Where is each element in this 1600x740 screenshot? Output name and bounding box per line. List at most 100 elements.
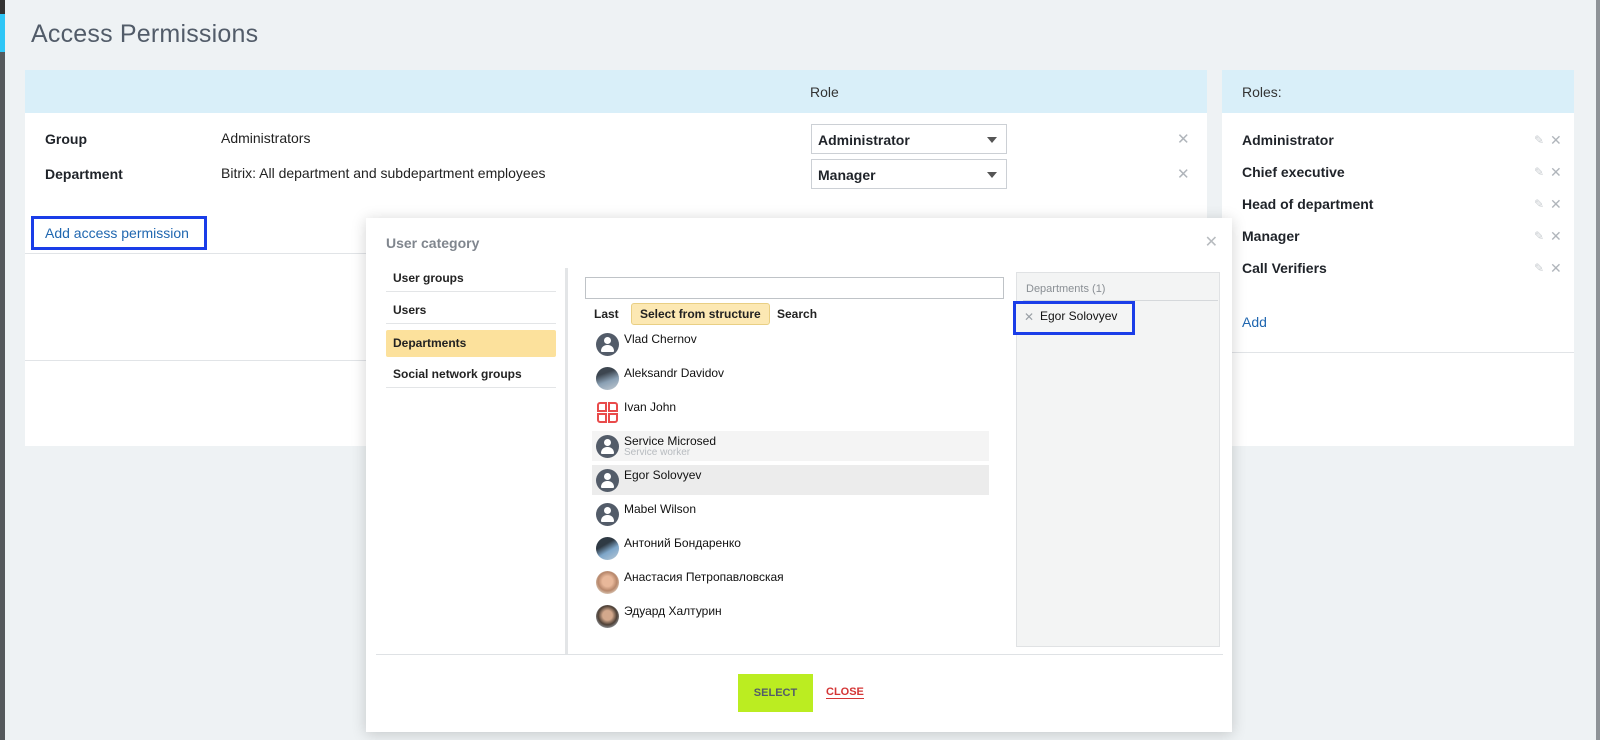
user-name: Антоний Бондаренко xyxy=(624,536,741,550)
avatar xyxy=(596,367,619,390)
avatar-placeholder-icon xyxy=(596,469,619,492)
selected-item-chip: ✕ Egor Solovyev xyxy=(1013,301,1135,335)
chevron-down-icon xyxy=(987,137,997,143)
category-user-groups[interactable]: User groups xyxy=(386,265,556,292)
role-select-value: Manager xyxy=(818,167,876,183)
user-name: Эдуард Халтурин xyxy=(624,604,722,618)
delete-icon[interactable]: ✕ xyxy=(1550,260,1562,277)
tab-search[interactable]: Search xyxy=(769,303,825,325)
category-departments[interactable]: Departments xyxy=(386,330,556,357)
role-select[interactable]: Manager xyxy=(811,159,1007,189)
user-name: Ivan John xyxy=(624,400,677,414)
tab-select-from-structure[interactable]: Select from structure xyxy=(631,303,770,325)
role-name: Call Verifiers xyxy=(1242,260,1327,276)
list-item[interactable]: Egor Solovyev xyxy=(592,465,989,495)
remove-permission-icon[interactable]: ✕ xyxy=(1177,130,1190,148)
user-name: Aleksandr Davidov xyxy=(624,366,725,380)
select-button[interactable]: SELECT xyxy=(738,674,813,712)
category-social-network-groups[interactable]: Social network groups xyxy=(386,361,556,388)
permission-row: Department Bitrix: All department and su… xyxy=(25,159,1207,189)
avatar xyxy=(596,537,619,560)
category-label: Users xyxy=(393,303,427,317)
category-label: Social network groups xyxy=(393,367,522,381)
role-name: Administrator xyxy=(1242,132,1334,148)
sidebar-top-segment xyxy=(0,0,5,14)
left-sidebar-strip xyxy=(0,0,5,740)
delete-icon[interactable]: ✕ xyxy=(1550,196,1562,213)
edit-icon[interactable]: ✎ xyxy=(1534,133,1544,147)
delete-icon[interactable]: ✕ xyxy=(1550,164,1562,181)
remove-icon[interactable]: ✕ xyxy=(1024,310,1034,324)
close-button[interactable]: CLOSE xyxy=(826,686,864,699)
avatar xyxy=(596,571,619,594)
list-item[interactable]: Ivan John xyxy=(592,397,989,427)
add-access-permission-link[interactable]: Add access permission xyxy=(31,216,207,250)
role-item: Chief executive ✎ ✕ xyxy=(1242,164,1562,184)
role-select-value: Administrator xyxy=(818,132,910,148)
roles-header-label: Roles: xyxy=(1242,84,1282,100)
role-item: Administrator ✎ ✕ xyxy=(1242,132,1562,152)
permissions-header: Role xyxy=(25,70,1207,113)
vertical-divider xyxy=(565,268,568,654)
edit-icon[interactable]: ✎ xyxy=(1534,261,1544,275)
delete-icon[interactable]: ✕ xyxy=(1550,228,1562,245)
list-item[interactable]: Service Microsed Service worker xyxy=(592,431,989,461)
sidebar-accent-marker xyxy=(0,14,5,52)
add-role-link[interactable]: Add xyxy=(1242,314,1267,330)
avatar-placeholder-icon xyxy=(596,503,619,526)
roles-header: Roles: xyxy=(1222,70,1574,113)
company-logo-icon xyxy=(596,401,619,424)
role-name: Manager xyxy=(1242,228,1300,244)
role-item: Head of department ✎ ✕ xyxy=(1242,196,1562,216)
selected-items-header: Departments (1) xyxy=(1026,283,1106,295)
edit-icon[interactable]: ✎ xyxy=(1534,197,1544,211)
permission-type: Group xyxy=(45,131,87,147)
list-item[interactable]: Mabel Wilson xyxy=(592,499,989,529)
select-button-label: SELECT xyxy=(753,687,798,699)
remove-permission-icon[interactable]: ✕ xyxy=(1177,165,1190,183)
edit-icon[interactable]: ✎ xyxy=(1534,165,1544,179)
user-name: Анастасия Петропавловская xyxy=(624,570,784,584)
role-item: Call Verifiers ✎ ✕ xyxy=(1242,260,1562,280)
user-position: Service worker xyxy=(624,447,691,458)
category-label: Departments xyxy=(393,336,467,350)
list-item[interactable]: Анастасия Петропавловская xyxy=(592,567,989,597)
divider xyxy=(376,654,1223,655)
close-icon[interactable]: ✕ xyxy=(1205,232,1218,252)
list-item[interactable]: Антоний Бондаренко xyxy=(592,533,989,563)
permission-row: Group Administrators Administrator ✕ xyxy=(25,124,1207,154)
list-item[interactable]: Vlad Chernov xyxy=(592,329,989,359)
permission-type: Department xyxy=(45,166,123,182)
role-name: Head of department xyxy=(1242,196,1374,212)
avatar-placeholder-icon xyxy=(596,435,619,458)
selected-items-panel: Departments (1) ✕ Egor Solovyev xyxy=(1013,272,1220,647)
roles-panel: Roles: Administrator ✎ ✕ Chief executive… xyxy=(1222,70,1574,446)
divider xyxy=(1222,352,1574,353)
page-title: Access Permissions xyxy=(31,20,259,48)
avatar xyxy=(596,605,619,628)
category-label: User groups xyxy=(393,271,464,285)
delete-icon[interactable]: ✕ xyxy=(1550,132,1562,149)
tab-last[interactable]: Last xyxy=(586,303,627,325)
role-name: Chief executive xyxy=(1242,164,1345,180)
dialog-title: User category xyxy=(386,235,480,251)
user-name: Egor Solovyev xyxy=(624,468,702,482)
category-users[interactable]: Users xyxy=(386,297,556,324)
search-input[interactable] xyxy=(585,277,1004,299)
user-name: Vlad Chernov xyxy=(624,332,697,346)
edit-icon[interactable]: ✎ xyxy=(1534,229,1544,243)
selected-item-label: Egor Solovyev xyxy=(1040,309,1118,323)
avatar-placeholder-icon xyxy=(596,333,619,356)
user-category-dialog: User category ✕ User groups Users Depart… xyxy=(366,218,1232,732)
permission-subject: Administrators xyxy=(221,130,311,146)
role-select[interactable]: Administrator xyxy=(811,124,1007,154)
user-name: Mabel Wilson xyxy=(624,502,697,516)
role-item: Manager ✎ ✕ xyxy=(1242,228,1562,248)
list-item[interactable]: Aleksandr Davidov xyxy=(592,363,989,393)
role-column-header: Role xyxy=(810,84,839,100)
user-name: Service Microsed xyxy=(624,434,717,448)
page-scrollbar[interactable] xyxy=(1596,0,1600,740)
chevron-down-icon xyxy=(987,172,997,178)
list-item[interactable]: Эдуард Халтурин xyxy=(592,601,989,631)
add-access-permission-label: Add access permission xyxy=(45,225,189,241)
